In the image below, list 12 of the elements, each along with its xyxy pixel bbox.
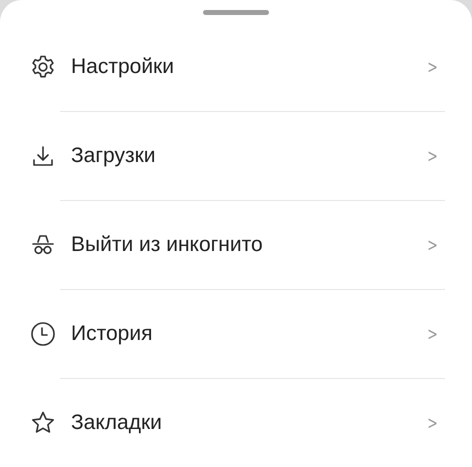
chevron-icon: >	[427, 54, 438, 80]
drag-handle[interactable]	[203, 10, 269, 15]
menu-item[interactable]: Выйти из инкогнито >	[0, 201, 472, 289]
menu-item[interactable]: История >	[0, 290, 472, 378]
chevron-icon: >	[427, 410, 438, 436]
menu-item[interactable]: Настройки >	[0, 23, 472, 111]
clock-icon	[29, 320, 57, 348]
menu-item[interactable]: Закладки >	[0, 379, 472, 467]
chevron-icon: >	[427, 232, 438, 258]
chevron-icon: >	[427, 142, 438, 170]
menu-item[interactable]: Загрузки >	[0, 112, 472, 200]
chevron-icon: >	[427, 320, 438, 348]
